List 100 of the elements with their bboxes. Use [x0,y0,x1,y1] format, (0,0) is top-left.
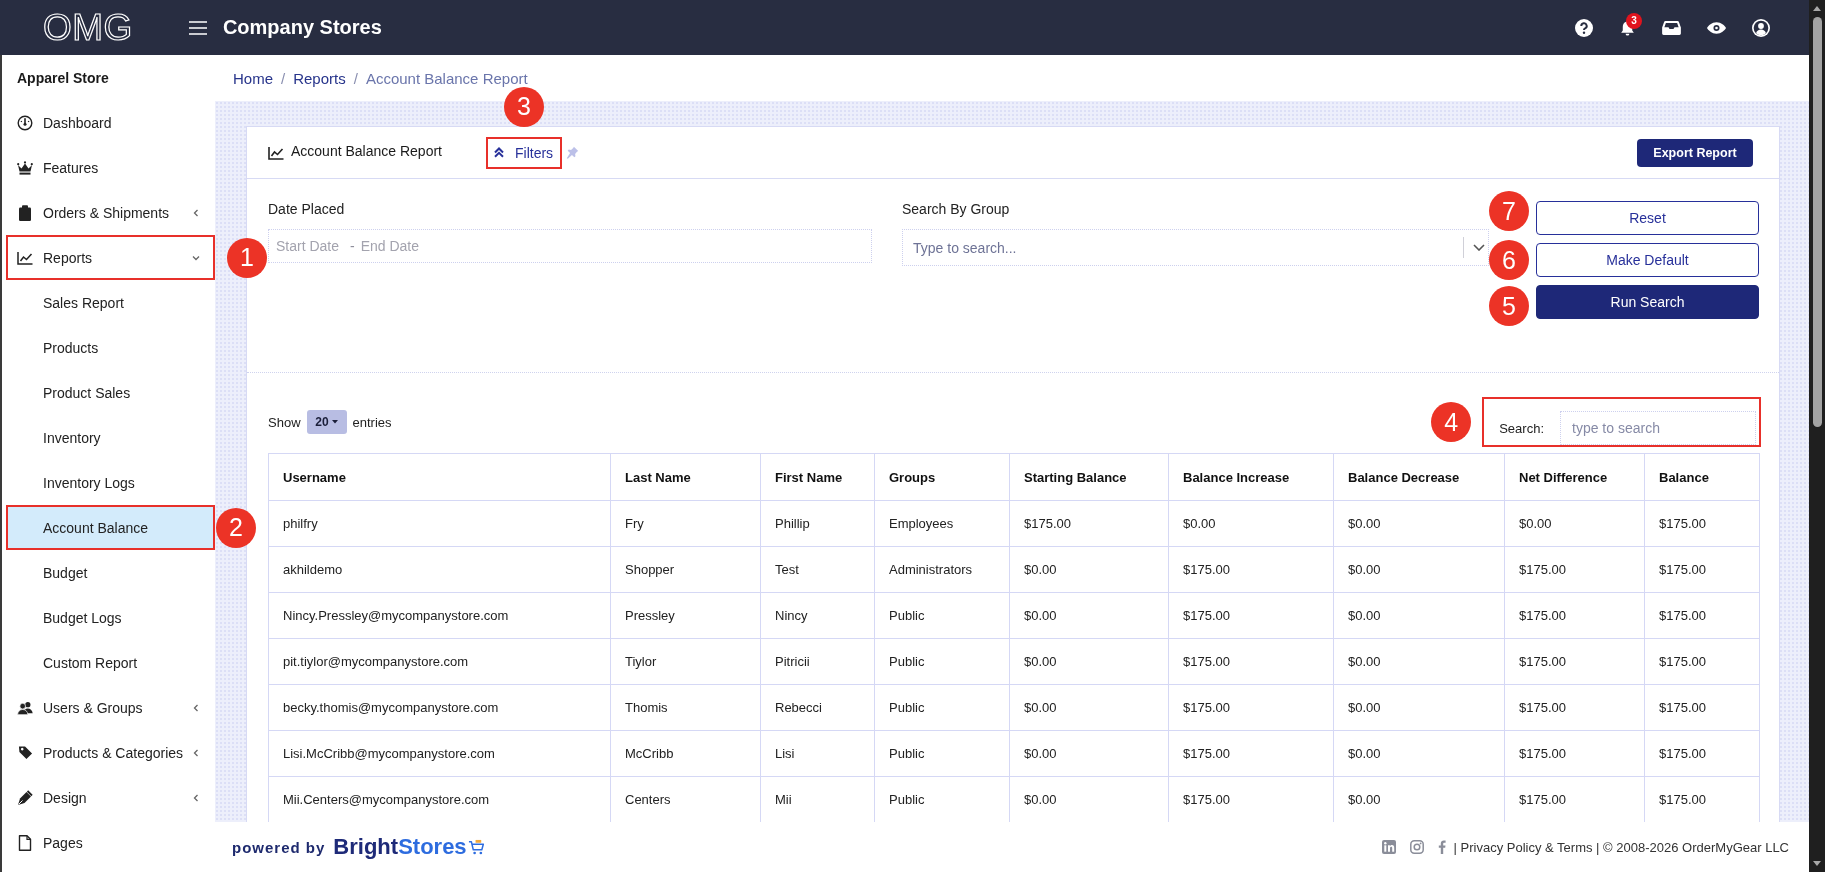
table-cell: $0.00 [1009,638,1169,685]
table-cell: $175.00 [1644,546,1760,593]
sidebar-item[interactable]: Dashboard [6,100,215,145]
help-icon[interactable] [1575,18,1593,37]
table-cell: pit.tiylor@mycompanystore.com [268,638,611,685]
sidebar-item[interactable]: Pages [6,820,215,865]
end-date-input[interactable]: End Date [360,238,481,254]
table-cell: $0.00 [1504,500,1645,547]
search-label: Search: [1499,420,1544,436]
sidebar-item[interactable]: Inventory Logs [6,460,215,505]
tag-icon [17,745,33,760]
table-cell: Phillip [760,500,875,547]
sidebar-item[interactable]: Product Sales [6,370,215,415]
column-header[interactable]: Net Difference [1504,453,1645,501]
column-header[interactable]: Balance Decrease [1333,453,1505,501]
scrollbar[interactable] [1809,0,1825,872]
table-cell: $175.00 [1644,684,1760,731]
group-select[interactable]: Type to search... [902,229,1489,266]
eye-icon[interactable] [1707,21,1726,34]
breadcrumb-separator: / [281,69,286,87]
sidebar-item[interactable]: Features [6,145,215,190]
page-size-select[interactable]: 20 [306,410,347,434]
date-separator: - [350,238,355,254]
callout-badge: 5 [1489,286,1529,326]
pen-icon [17,789,33,806]
column-header[interactable]: Starting Balance [1009,453,1169,501]
sidebar-item[interactable]: Account Balance [6,505,215,550]
sidebar-item[interactable]: Custom Report [6,640,215,685]
table-cell: Nincy [760,592,875,639]
sidebar-item[interactable]: Design [6,775,215,820]
report-title: Account Balance Report [291,142,442,159]
table-cell: Public [874,730,1010,777]
user-icon[interactable] [1752,18,1770,37]
table-cell: Nincy.Pressley@mycompanystore.com [268,592,611,639]
brand-logo[interactable]: BrightStores [333,834,467,860]
export-report-button[interactable]: Export Report [1637,138,1753,167]
start-date-input[interactable]: Start Date [276,238,348,254]
table-cell: $175.00 [1504,684,1645,731]
chevron-down-icon[interactable] [1473,244,1485,251]
table-cell: Employees [874,500,1010,547]
sidebar-item[interactable]: Inventory [6,415,215,460]
caret-icon [331,420,338,424]
table-cell: $0.00 [1009,546,1169,593]
table-cell: $175.00 [1504,638,1645,685]
breadcrumb-link[interactable]: Home [233,69,273,87]
sidebar-item[interactable]: Budget [6,550,215,595]
sidebar-item[interactable]: Reports [6,235,215,280]
sidebar-item[interactable]: Products & Categories [6,730,215,775]
sidebar-item[interactable]: Sales Report [6,280,215,325]
table-cell: $0.00 [1333,684,1505,731]
column-header[interactable]: Balance [1644,453,1760,501]
line-chart-icon [268,145,284,160]
table-cell: Lisi.McCribb@mycompanystore.com [268,730,611,777]
linkedin-icon[interactable] [1381,840,1396,854]
table-cell: $0.00 [1168,500,1334,547]
table-cell: Public [874,638,1010,685]
run-search-button[interactable]: Run Search [1536,285,1759,319]
table-cell: $175.00 [1168,730,1334,777]
column-header[interactable]: Last Name [610,453,761,501]
table-cell: $175.00 [1168,546,1334,593]
table-cell: $175.00 [1644,730,1760,777]
sidebar-item[interactable]: Orders & Shipments [6,190,215,235]
table-cell: Tiylor [610,638,761,685]
footer-legal-text: | Privacy Policy & Terms | © 2008-2026 OrderMyGear LLC [1453,839,1789,855]
table-cell: Rebecci [760,684,875,731]
filters-toggle[interactable]: Filters [486,136,563,169]
table-cell: Lisi [760,730,875,777]
column-header[interactable]: First Name [760,453,875,501]
table-cell: Public [874,592,1010,639]
table-cell: Thomis [610,684,761,731]
make-default-button[interactable]: Make Default [1536,243,1759,277]
sidebar-item[interactable]: Users & Groups [6,685,215,730]
table-cell: becky.thomis@mycompanystore.com [268,684,611,731]
column-header[interactable]: Balance Increase [1168,453,1334,501]
table-cell: $175.00 [1168,638,1334,685]
sidebar-item[interactable]: Products [6,325,215,370]
scrollbar-thumb[interactable] [1812,17,1822,427]
reset-button[interactable]: Reset [1536,201,1759,235]
column-header[interactable]: Username [268,453,611,501]
logo[interactable]: OMG [43,9,133,46]
group-search-input[interactable]: Type to search... [913,239,1453,256]
search-field[interactable]: type to search [1560,411,1756,445]
callout-badge: 6 [1489,240,1529,280]
instagram-icon[interactable] [1409,840,1424,854]
inbox-icon[interactable] [1662,20,1681,35]
store-name: Apparel Store [16,68,110,88]
sidebar-item[interactable]: Budget Logs [6,595,215,640]
scroll-down-arrow-icon[interactable] [1813,861,1821,866]
table-cell: $175.00 [1504,592,1645,639]
table-cell: Pressley [610,592,761,639]
table-cell: $175.00 [1644,592,1760,639]
scroll-up-arrow-icon[interactable] [1813,6,1821,11]
table-cell: $0.00 [1333,500,1505,547]
table-cell: $0.00 [1009,730,1169,777]
column-header[interactable]: Groups [874,453,1010,501]
table-cell: $175.00 [1644,500,1760,547]
menu-icon[interactable] [188,20,207,35]
breadcrumb-link[interactable]: Reports [293,69,346,87]
table-cell: $175.00 [1168,592,1334,639]
facebook-icon[interactable] [1437,840,1446,854]
